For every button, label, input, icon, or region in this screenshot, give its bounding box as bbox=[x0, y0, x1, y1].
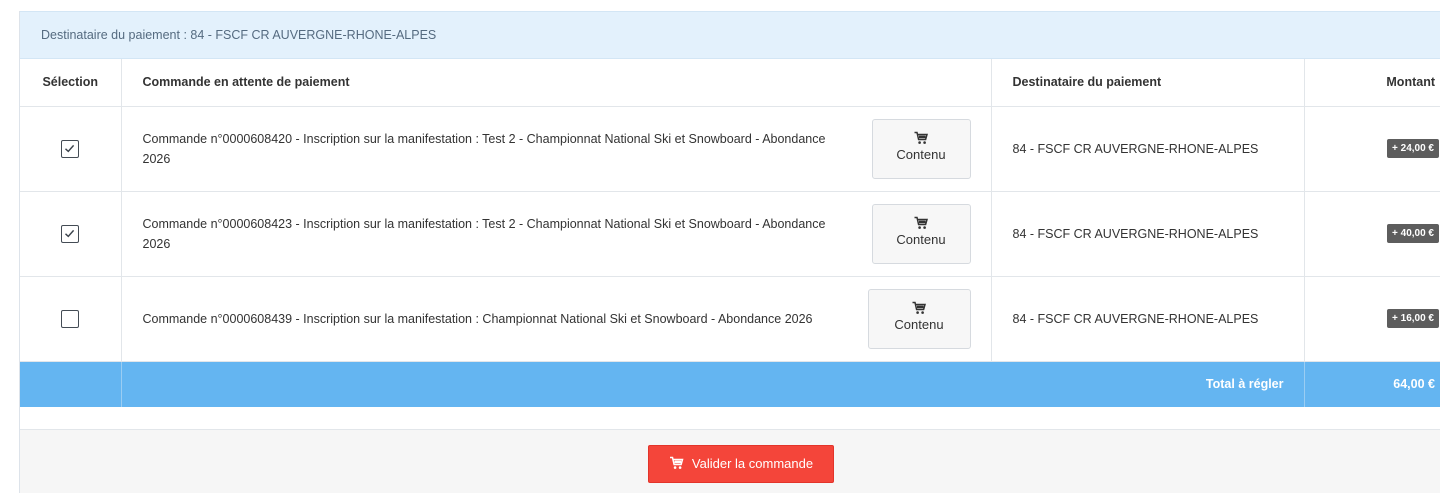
destinataire-cell: 84 - FSCF CR AUVERGNE-RHONE-ALPES bbox=[991, 276, 1305, 362]
destinataire-cell: 84 - FSCF CR AUVERGNE-RHONE-ALPES bbox=[991, 106, 1305, 192]
total-empty-cell bbox=[20, 361, 122, 407]
total-label: Total à régler bbox=[121, 361, 1305, 407]
commande-description: Commande n°0000608423 - Inscription sur … bbox=[142, 216, 826, 251]
valider-label: Valider la commande bbox=[691, 456, 814, 471]
contenu-label: Contenu bbox=[896, 231, 946, 247]
total-value: 64,00 € bbox=[1304, 361, 1440, 407]
commande-cell: Commande n°0000608420 - Inscription sur … bbox=[121, 106, 992, 192]
cart-icon bbox=[914, 216, 928, 229]
contenu-button[interactable]: Contenu bbox=[871, 118, 971, 179]
checkmark-icon bbox=[65, 229, 75, 237]
destinataire-cell: 84 - FSCF CR AUVERGNE-RHONE-ALPES bbox=[991, 191, 1305, 277]
table-row: Commande n°0000608423 - Inscription sur … bbox=[20, 191, 1440, 277]
commande-cell: Commande n°0000608423 - Inscription sur … bbox=[121, 191, 992, 277]
contenu-label: Contenu bbox=[896, 146, 946, 162]
order-checkbox[interactable] bbox=[61, 139, 80, 158]
header-destinataire: Destinataire du paiement bbox=[991, 59, 1305, 107]
montant-cell: + 24,00 € bbox=[1304, 106, 1440, 192]
montant-cell: + 40,00 € bbox=[1304, 191, 1440, 277]
selection-cell bbox=[20, 106, 122, 192]
header-montant: Montant bbox=[1304, 59, 1440, 107]
selection-cell bbox=[20, 276, 122, 362]
montant-cell: + 16,00 € bbox=[1304, 276, 1440, 362]
total-row: Total à régler 64,00 € bbox=[20, 361, 1440, 407]
order-checkbox[interactable] bbox=[61, 309, 80, 328]
commande-description: Commande n°0000608439 - Inscription sur … bbox=[142, 311, 813, 326]
table-row: Commande n°0000608420 - Inscription sur … bbox=[20, 106, 1440, 192]
payment-panel: Destinataire du paiement : 84 - FSCF CR … bbox=[19, 11, 1440, 493]
contenu-button[interactable]: Contenu bbox=[867, 288, 971, 349]
header-commande: Commande en attente de paiement bbox=[121, 59, 992, 107]
checkmark-icon bbox=[65, 144, 75, 152]
contenu-button[interactable]: Contenu bbox=[871, 203, 971, 264]
valider-commande-button[interactable]: Valider la commande bbox=[648, 445, 834, 483]
amount-badge: + 40,00 € bbox=[1387, 224, 1439, 243]
cart-icon bbox=[669, 456, 684, 469]
contenu-label: Contenu bbox=[894, 316, 944, 332]
table-header-row: Sélection Commande en attente de paiemen… bbox=[20, 59, 1440, 107]
commande-cell: Commande n°0000608439 - Inscription sur … bbox=[121, 276, 992, 362]
footer-bar: Valider la commande bbox=[20, 429, 1440, 493]
selection-cell bbox=[20, 191, 122, 277]
orders-table: Sélection Commande en attente de paiemen… bbox=[20, 59, 1440, 407]
header-selection: Sélection bbox=[20, 59, 122, 107]
amount-badge: + 24,00 € bbox=[1387, 139, 1439, 158]
cart-icon bbox=[912, 301, 926, 314]
order-checkbox[interactable] bbox=[61, 224, 80, 243]
amount-badge: + 16,00 € bbox=[1387, 309, 1439, 328]
table-row: Commande n°0000608439 - Inscription sur … bbox=[20, 276, 1440, 362]
cart-icon bbox=[914, 131, 928, 144]
panel-title: Destinataire du paiement : 84 - FSCF CR … bbox=[20, 11, 1440, 59]
commande-description: Commande n°0000608420 - Inscription sur … bbox=[142, 131, 826, 166]
